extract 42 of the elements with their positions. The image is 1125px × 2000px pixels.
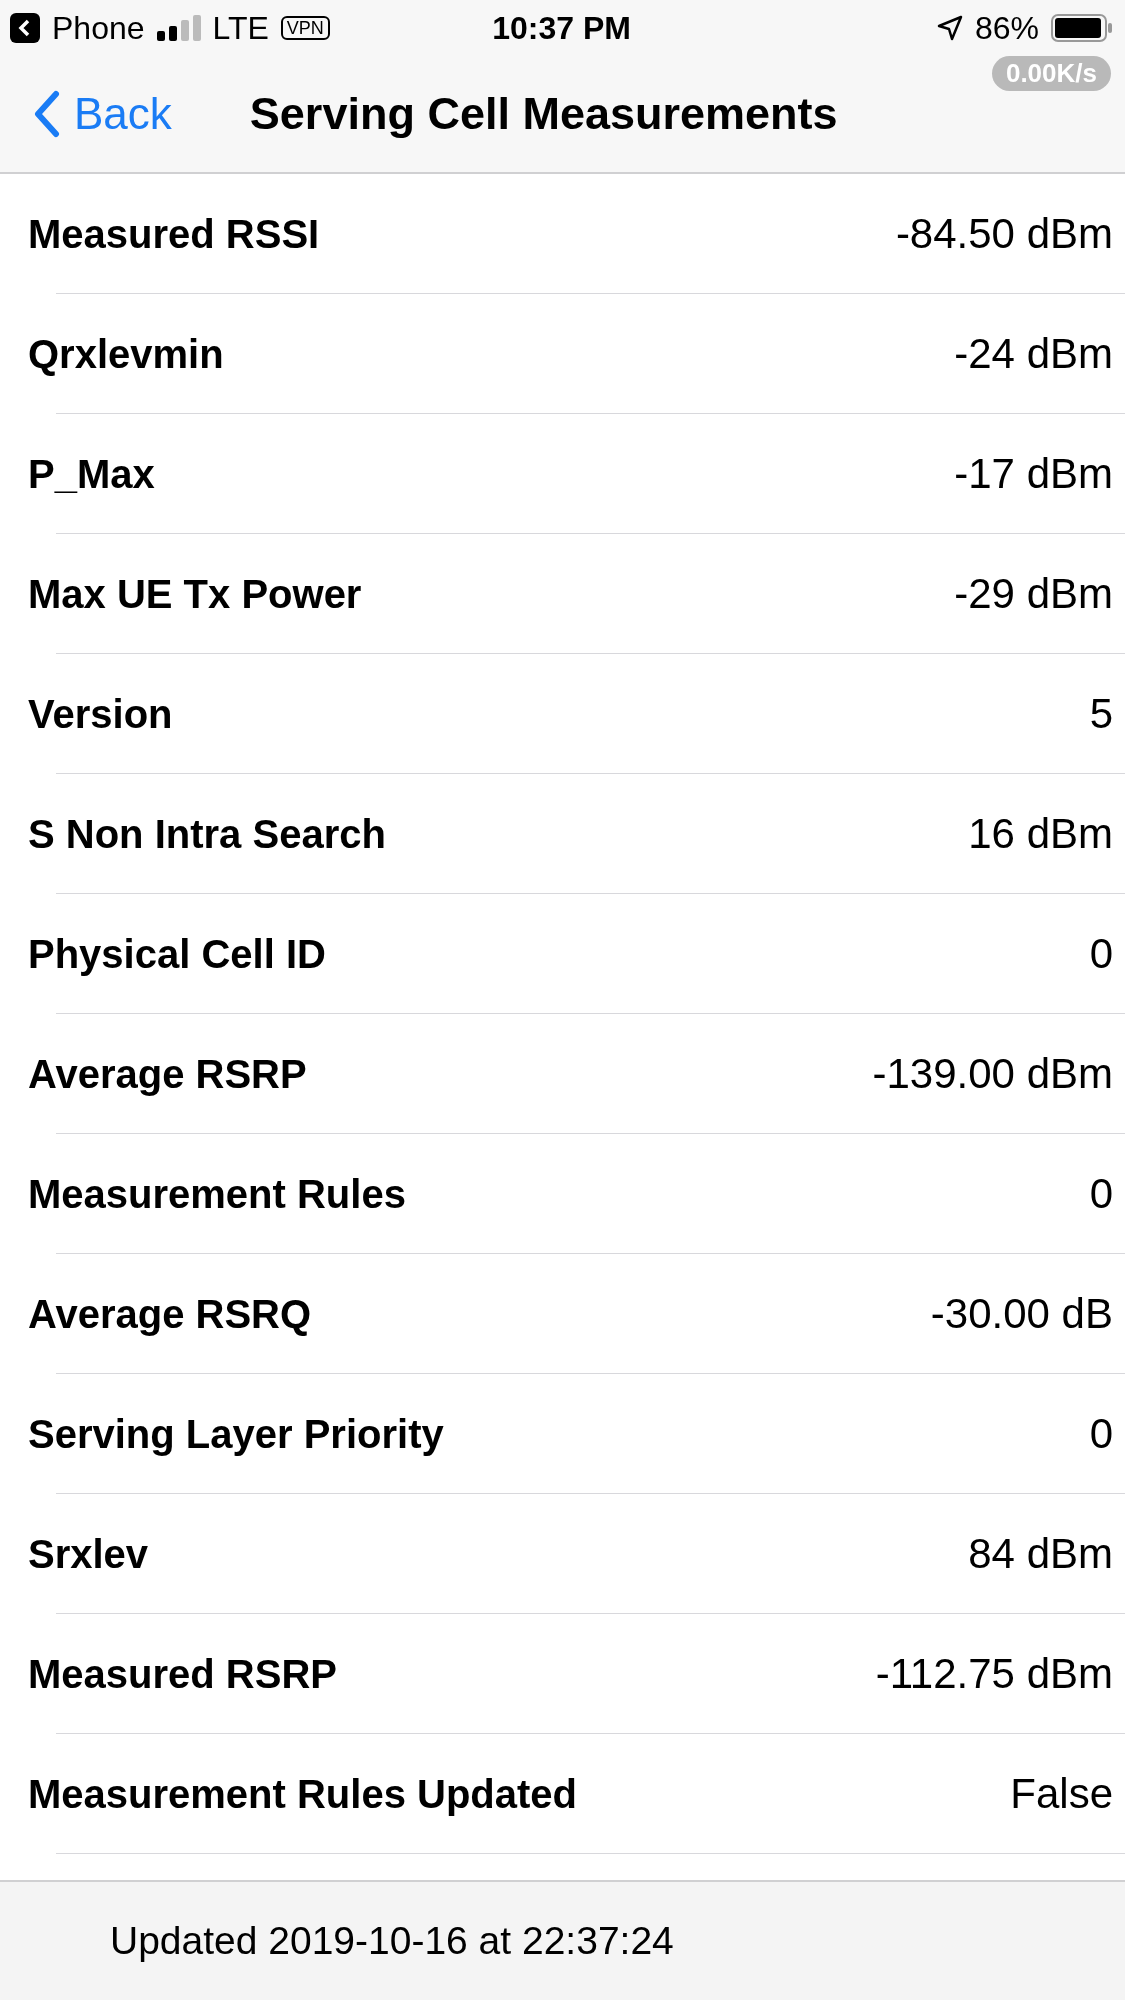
back-app-icon[interactable]: [10, 13, 40, 43]
network-speed-badge: 0.00K/s: [991, 56, 1111, 91]
row-label: Measurement Rules: [28, 1171, 406, 1217]
network-type: LTE: [212, 9, 269, 47]
row-label: Measured RSRP: [28, 1651, 337, 1697]
row-label: Serving Layer Priority: [28, 1411, 444, 1457]
row-value: -139.00 dBm: [872, 1050, 1113, 1098]
battery-icon: [1051, 14, 1113, 42]
updated-timestamp: Updated 2019-10-16 at 22:37:24: [110, 1919, 674, 1963]
row-value: -112.75 dBm: [875, 1650, 1113, 1698]
row-value: -30.00 dB: [930, 1290, 1113, 1338]
back-app-label[interactable]: Phone: [52, 9, 145, 47]
row-label: Measurement Rules Updated: [28, 1771, 578, 1817]
screen-title: Serving Cell Measurements: [249, 88, 838, 140]
row-label: Srxlev: [28, 1531, 149, 1577]
row-label: Physical Cell ID: [28, 931, 326, 977]
row-value: 0: [1089, 1170, 1113, 1218]
row-label: P_Max: [28, 451, 155, 497]
clock-time: 10:37 PM: [492, 9, 631, 47]
row-value: 84 dBm: [968, 1530, 1113, 1578]
row-label: Measured RSSI: [28, 211, 320, 257]
battery-percent: 86%: [974, 9, 1039, 47]
back-button[interactable]: Back: [0, 89, 172, 139]
row-label: Qrxlevmin: [28, 331, 224, 377]
row-label: Version: [28, 691, 173, 737]
signal-icon: [156, 15, 201, 41]
row-value: 5: [1089, 690, 1113, 738]
row-value: -29 dBm: [954, 570, 1113, 618]
row-label: Average RSRQ: [28, 1291, 312, 1337]
row-label: Average RSRP: [28, 1051, 307, 1097]
row-value: -24 dBm: [954, 330, 1113, 378]
row-value: -84.50 dBm: [895, 210, 1113, 258]
vpn-badge: VPN: [280, 16, 330, 40]
chevron-left-icon: [34, 90, 60, 138]
row-value: 0: [1089, 930, 1113, 978]
location-arrow-icon: [936, 15, 963, 41]
row-value: 16 dBm: [968, 810, 1113, 858]
row-value: 0: [1089, 1410, 1113, 1458]
row-value: False: [1010, 1770, 1113, 1818]
row-label: S Non Intra Search: [28, 811, 386, 857]
row-value: -17 dBm: [954, 450, 1113, 498]
row-label: Max UE Tx Power: [28, 571, 362, 617]
